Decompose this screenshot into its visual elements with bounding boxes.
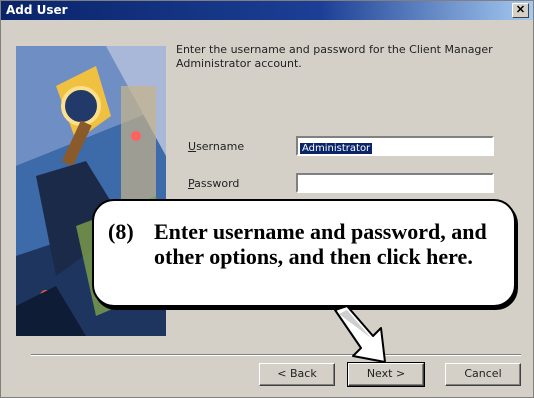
pointer-arrow-icon	[334, 306, 386, 363]
password-label: Password	[188, 177, 240, 190]
next-button[interactable]: Next >	[347, 362, 425, 387]
close-icon: ✕	[515, 4, 526, 16]
intro-text: Enter the username and password for the …	[176, 43, 493, 70]
window-title: Add User	[6, 3, 68, 17]
callout-text: Enter username and password, and other o…	[154, 219, 487, 269]
callout-number: (8)	[108, 219, 134, 244]
back-button[interactable]: < Back	[259, 363, 335, 386]
cancel-button[interactable]: Cancel	[445, 363, 521, 386]
username-label: Username	[188, 140, 245, 153]
username-value: Administrator	[300, 143, 373, 154]
button-separator	[31, 354, 521, 356]
title-bar: Add User ✕	[1, 1, 533, 20]
add-user-dialog: Add User ✕ Enter the username and passwo…	[0, 0, 534, 398]
password-field[interactable]	[296, 173, 494, 193]
username-field[interactable]: Administrator	[296, 136, 494, 156]
close-button[interactable]: ✕	[512, 3, 529, 18]
instruction-callout: (8) Enter username and password, and oth…	[92, 199, 516, 307]
